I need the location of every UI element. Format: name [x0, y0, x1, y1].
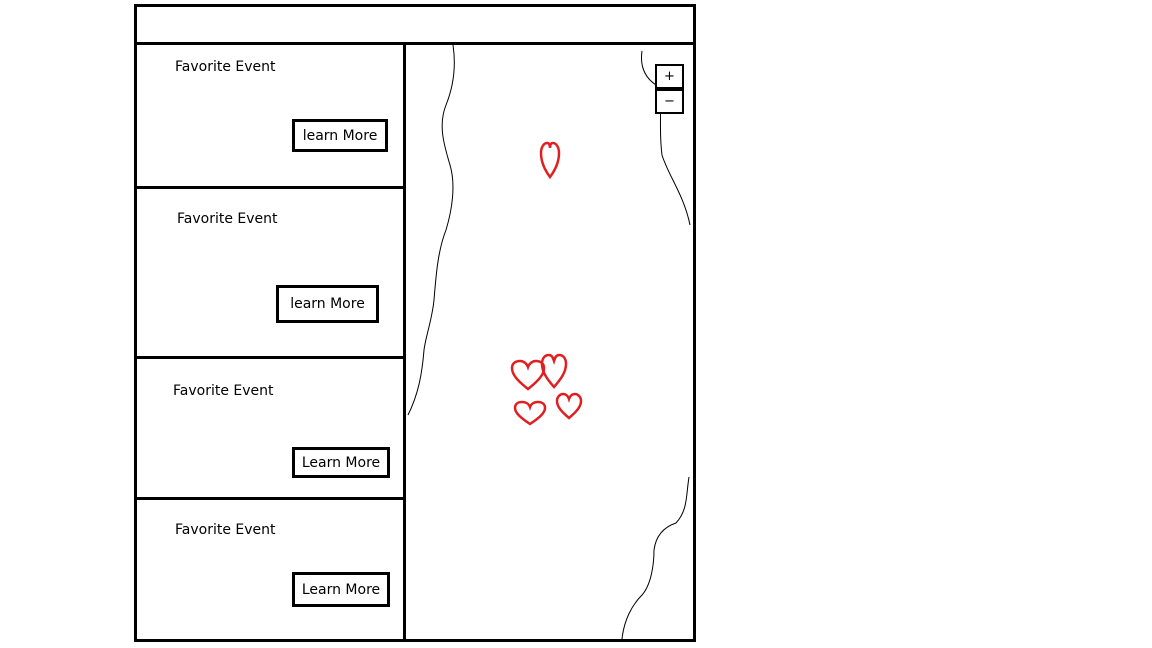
learn-more-button[interactable]: learn More	[276, 285, 379, 323]
coastline-right-bottom	[621, 476, 690, 639]
event-card: Favorite Event learn More	[137, 45, 403, 189]
coastline-left	[407, 45, 455, 416]
zoom-out-button[interactable]: −	[655, 89, 684, 114]
event-card: Favorite Event Learn More	[137, 359, 403, 500]
learn-more-button[interactable]: learn More	[292, 119, 388, 152]
map-terrain	[407, 45, 691, 639]
event-sidebar: Favorite Event learn More Favorite Event…	[137, 45, 406, 639]
heart-icon[interactable]	[540, 353, 568, 389]
learn-more-button[interactable]: Learn More	[292, 447, 390, 478]
heart-icon[interactable]	[513, 400, 547, 426]
zoom-in-button[interactable]: +	[655, 64, 684, 89]
event-card: Favorite Event Learn More	[137, 500, 403, 639]
heart-icon[interactable]	[555, 392, 583, 420]
event-title: Favorite Event	[177, 211, 278, 227]
app-frame: Favorite Event learn More Favorite Event…	[134, 4, 696, 642]
learn-more-button[interactable]: Learn More	[292, 572, 390, 607]
heart-icon[interactable]	[539, 141, 561, 179]
event-title: Favorite Event	[173, 383, 274, 399]
event-card: Favorite Event learn More	[137, 189, 403, 359]
event-title: Favorite Event	[175, 522, 276, 538]
event-title: Favorite Event	[175, 59, 276, 75]
header-bar	[137, 7, 693, 45]
map-area[interactable]: + −	[406, 45, 693, 639]
